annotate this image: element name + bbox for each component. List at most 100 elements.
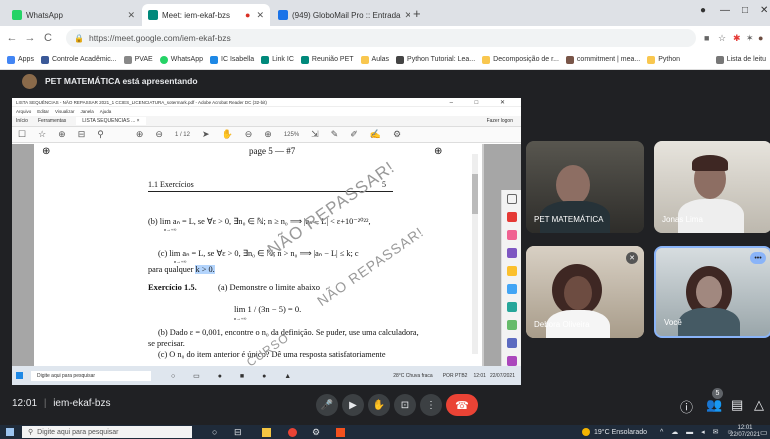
bookmark-python[interactable]: Python xyxy=(647,55,680,64)
puzzle-icon[interactable]: ✶ xyxy=(746,33,754,44)
new-tab-button[interactable]: + xyxy=(413,6,421,21)
reading-list[interactable]: Lista de leitu xyxy=(715,55,766,64)
close-icon[interactable]: ✕ xyxy=(127,10,135,21)
down-icon[interactable]: ⊖ xyxy=(155,129,163,140)
participant-tile[interactable]: Jonas Lima xyxy=(654,141,770,233)
export-pdf-icon[interactable] xyxy=(507,212,517,222)
bookmark-link-ic[interactable]: Link IC xyxy=(261,55,294,64)
chrome-icon[interactable] xyxy=(288,427,297,437)
raise-hand-button[interactable]: ✋ xyxy=(368,394,390,416)
chat-icon[interactable]: ▤ xyxy=(731,397,743,413)
star-icon[interactable]: ☆ xyxy=(38,129,46,140)
bookmark-apps[interactable]: Apps xyxy=(7,55,34,64)
info-icon[interactable]: ⓘ xyxy=(680,397,693,416)
highlight-icon[interactable]: ✐ xyxy=(350,129,358,140)
os-weather[interactable]: 19°C Ensolarado xyxy=(594,429,647,436)
selected-text[interactable]: k > 0. xyxy=(195,265,215,274)
more-tools-icon[interactable]: ⚙ xyxy=(393,129,401,140)
tab-ferramentas[interactable]: Ferramentas xyxy=(38,118,66,124)
bookmark-ic-isabella[interactable]: IC Isabella xyxy=(210,55,254,64)
participant-tile[interactable]: ✕ Debora Oliveira xyxy=(526,246,644,338)
system-tray-icons[interactable]: ^ ☁ ▬ ◂ ✉ ☺ xyxy=(660,428,737,436)
fill-sign-icon[interactable] xyxy=(507,320,517,330)
bookmark-pvae[interactable]: PVAE xyxy=(123,55,153,64)
comment-icon[interactable] xyxy=(507,266,517,276)
bookmark-reuniao-pet[interactable]: Reunião PET xyxy=(300,55,354,64)
bookmark-decomposicao[interactable]: Decomposição de r... xyxy=(482,55,559,64)
menu-item[interactable]: Arquivo xyxy=(16,109,31,114)
avatar[interactable]: ● xyxy=(758,33,763,43)
back-icon[interactable]: ← xyxy=(6,32,18,44)
settings-icon[interactable]: ⚙ xyxy=(312,427,320,438)
maximize-icon[interactable]: □ xyxy=(742,5,748,16)
reload-icon[interactable]: C xyxy=(42,32,54,44)
bookmark-whatsapp[interactable]: WhatsApp xyxy=(159,55,203,64)
app-icon[interactable] xyxy=(336,427,345,437)
cursor-icon[interactable]: ➤ xyxy=(202,129,210,140)
zoom-icon[interactable] xyxy=(507,194,517,204)
widgets-icon[interactable]: ⊟ xyxy=(234,427,242,438)
bookmark-python-tutorial[interactable]: Python Tutorial: Lea... xyxy=(396,55,475,64)
edit-pdf-icon[interactable] xyxy=(507,248,517,258)
login-link[interactable]: Fazer logon xyxy=(487,118,513,124)
file-explorer-icon[interactable] xyxy=(262,427,271,437)
protect-icon[interactable] xyxy=(507,338,517,348)
star-icon[interactable]: ☆ xyxy=(718,33,726,44)
create-pdf-icon[interactable] xyxy=(507,230,517,240)
camera-button[interactable]: ▶ xyxy=(342,394,364,416)
tab-globomail[interactable]: (949) GloboMail Pro :: Entrada ✕ xyxy=(272,4,410,26)
page-indicator[interactable]: 1 / 12 xyxy=(175,132,190,138)
menu-item[interactable]: Editar xyxy=(37,109,49,114)
tab-document[interactable]: LISTA SEQUENCIAS ... × xyxy=(76,117,146,125)
address-bar[interactable]: 🔒 https://meet.google.com/iem-ekaf-bzs xyxy=(66,29,696,47)
zoom-in-icon[interactable]: ⊕ xyxy=(264,129,272,140)
more-options-button[interactable]: ⋮ xyxy=(420,394,442,416)
send-icon[interactable] xyxy=(507,356,517,366)
present-button[interactable]: ⊡ xyxy=(394,394,416,416)
scrollbar[interactable] xyxy=(472,154,478,354)
scrollbar-thumb[interactable] xyxy=(472,174,478,214)
menu-item[interactable]: Visualizar xyxy=(55,109,74,114)
bookmark-commitment[interactable]: commitment | mea... xyxy=(565,55,640,64)
task-view-icon[interactable]: ○ xyxy=(212,427,217,437)
extension-icon[interactable]: ✱ xyxy=(733,33,741,44)
menu-item[interactable]: Janela xyxy=(80,109,93,114)
os-clock[interactable]: 12:01 22/07/2021 xyxy=(730,425,760,439)
zoom-level[interactable]: 125% xyxy=(284,132,299,138)
window-close-icon[interactable]: ✕ xyxy=(760,5,768,16)
tab-whatsapp[interactable]: WhatsApp ✕ xyxy=(6,4,141,26)
more-options-icon[interactable]: ••• xyxy=(750,252,766,264)
tab-inicio[interactable]: Início xyxy=(16,118,28,124)
os-search-box[interactable]: ⚲ Digite aqui para pesquisar xyxy=(22,426,192,438)
notifications-icon[interactable]: ▭ xyxy=(760,428,768,437)
organize-icon[interactable] xyxy=(507,302,517,312)
combine-icon[interactable] xyxy=(507,284,517,294)
close-icon[interactable]: ✕ xyxy=(405,10,411,21)
participant-tile[interactable]: PET MATEMÁTICA xyxy=(526,141,644,233)
activities-icon[interactable]: △ xyxy=(754,397,764,413)
share-icon[interactable]: ⊕ xyxy=(58,129,66,140)
fit-icon[interactable]: ⇲ xyxy=(311,129,319,140)
close-icon[interactable]: ✕ xyxy=(256,10,264,21)
hand-icon[interactable]: ✋ xyxy=(222,129,233,140)
minimize-icon[interactable]: — xyxy=(720,5,730,16)
bookmark-aulas[interactable]: Aulas xyxy=(360,55,389,64)
end-call-button[interactable]: ☎ xyxy=(446,394,478,416)
menu-item[interactable]: Ajuda xyxy=(100,109,112,114)
camera-icon[interactable]: ■ xyxy=(704,33,709,43)
tab-meet[interactable]: Meet: iem-ekaf-bzs ● ✕ xyxy=(142,4,270,26)
microphone-button[interactable]: 🎤 xyxy=(316,394,338,416)
search-icon[interactable]: ⚲ xyxy=(97,129,104,140)
participant-tile-self[interactable]: ••• Você xyxy=(654,246,770,338)
zoom-out-icon[interactable]: ⊖ xyxy=(245,129,253,140)
comment-icon[interactable]: ✎ xyxy=(331,129,339,140)
up-icon[interactable]: ⊕ xyxy=(136,129,144,140)
windows-start-icon[interactable] xyxy=(6,428,14,436)
save-icon[interactable]: ☐ xyxy=(18,129,26,140)
print-icon[interactable]: ⊟ xyxy=(78,129,86,140)
forward-icon[interactable]: → xyxy=(24,32,36,44)
sign-icon[interactable]: ✍ xyxy=(370,129,381,140)
people-icon[interactable]: 👥 xyxy=(706,397,722,413)
bookmark-controle[interactable]: Controle Acadêmic... xyxy=(40,55,117,64)
profile-icon[interactable]: ● xyxy=(700,5,706,16)
